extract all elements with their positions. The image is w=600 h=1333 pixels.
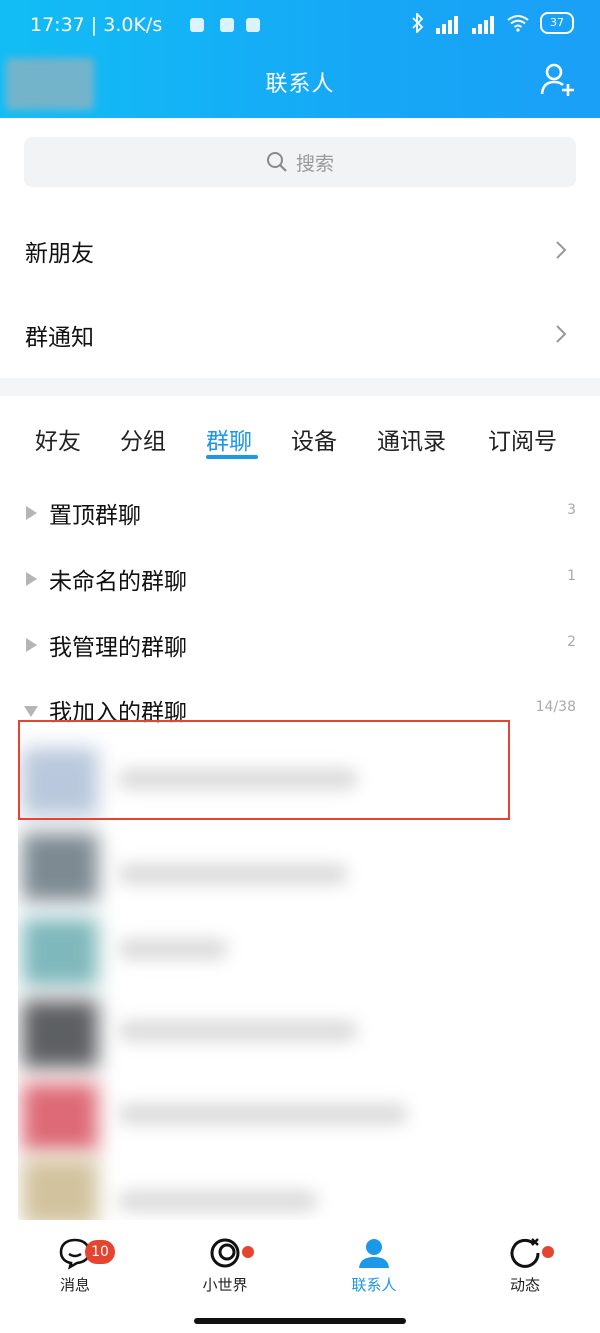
contact-tabs: 好友 分组 群聊 设备 通讯录 订阅号 <box>0 412 600 472</box>
status-time: 17:37 | 3.0K/s <box>30 14 163 36</box>
world-ring-icon <box>210 1238 240 1268</box>
active-tab-indicator <box>206 455 258 459</box>
tab-friends[interactable]: 好友 <box>35 422 81 456</box>
app-header: 17:37 | 3.0K/s 37 联系人 <box>0 0 600 118</box>
home-indicator[interactable] <box>194 1318 406 1324</box>
group-avatar <box>22 833 98 901</box>
group-category-pinned[interactable]: 置顶群聊 3 <box>0 484 600 544</box>
list-item[interactable] <box>18 910 428 990</box>
highlight-box <box>18 720 510 820</box>
signal-icon <box>470 12 496 34</box>
group-category-count: 2 <box>567 634 576 650</box>
section-divider <box>0 378 600 396</box>
tabbar-small-world[interactable]: 小世界 <box>175 1236 275 1295</box>
list-item[interactable] <box>18 992 428 1072</box>
group-avatar <box>22 1158 98 1220</box>
bottom-tab-bar: 消息 10 小世界 联系人 动态 <box>0 1222 600 1333</box>
list-item-title <box>118 1020 358 1042</box>
notification-icon <box>246 18 260 32</box>
tabbar-label: 消息 <box>59 1276 90 1294</box>
unread-badge: 10 <box>85 1240 115 1264</box>
bluetooth-icon <box>412 13 424 33</box>
row-label: 新朋友 <box>25 241 94 267</box>
tab-group-chats[interactable]: 群聊 <box>206 422 252 456</box>
group-category-label: 未命名的群聊 <box>49 569 187 595</box>
list-item-title <box>118 1190 318 1212</box>
search-input[interactable]: 搜索 <box>24 137 576 187</box>
new-dot <box>542 1246 554 1258</box>
group-category-count: 14/38 <box>535 699 576 715</box>
list-item[interactable] <box>18 1150 428 1220</box>
group-category-label: 置顶群聊 <box>49 503 141 529</box>
tabbar-moments[interactable]: 动态 <box>475 1236 575 1295</box>
signal-icon <box>434 12 460 34</box>
chevron-right-icon <box>556 325 567 343</box>
chevron-right-icon <box>556 241 567 259</box>
battery-icon: 37 <box>540 12 574 34</box>
tab-address-book[interactable]: 通讯录 <box>377 422 446 456</box>
group-notification-row[interactable]: 群通知 <box>0 293 600 377</box>
expanded-arrow-icon <box>24 706 38 717</box>
group-avatar <box>22 918 98 986</box>
add-contact-icon[interactable] <box>540 62 576 98</box>
tab-devices[interactable]: 设备 <box>291 422 337 456</box>
group-category-count: 3 <box>567 502 576 518</box>
list-item-title <box>118 1103 408 1125</box>
status-icons: 37 <box>412 12 574 34</box>
group-category-managed[interactable]: 我管理的群聊 2 <box>0 616 600 676</box>
collapsed-arrow-icon <box>26 506 37 520</box>
group-avatar <box>22 1083 98 1151</box>
notification-icon <box>220 18 234 32</box>
wifi-icon <box>507 15 529 32</box>
row-label: 群通知 <box>25 325 94 351</box>
tabbar-label: 动态 <box>509 1276 540 1294</box>
search-icon <box>266 152 287 172</box>
collapsed-arrow-icon <box>26 572 37 586</box>
list-item-title <box>118 938 228 960</box>
list-item-title <box>118 863 348 885</box>
list-item[interactable] <box>18 825 428 905</box>
group-avatar <box>22 1000 98 1068</box>
tab-groups[interactable]: 分组 <box>120 422 166 456</box>
page-title: 联系人 <box>265 72 335 97</box>
contact-person-icon <box>359 1239 389 1268</box>
tabbar-contacts[interactable]: 联系人 <box>324 1236 424 1295</box>
list-item[interactable] <box>18 1075 428 1155</box>
tabbar-label: 小世界 <box>202 1276 248 1294</box>
tabbar-messages[interactable]: 消息 10 <box>25 1236 125 1295</box>
new-friends-row[interactable]: 新朋友 <box>0 209 600 293</box>
group-category-label: 我管理的群聊 <box>49 635 187 661</box>
notification-icon <box>190 18 204 32</box>
new-dot <box>242 1246 254 1258</box>
search-placeholder: 搜索 <box>295 152 334 175</box>
tab-subscriptions[interactable]: 订阅号 <box>488 422 557 456</box>
tabbar-label: 联系人 <box>351 1276 397 1294</box>
collapsed-arrow-icon <box>26 638 37 652</box>
group-category-unnamed[interactable]: 未命名的群聊 1 <box>0 550 600 610</box>
status-bar: 17:37 | 3.0K/s 37 <box>0 0 600 56</box>
refresh-star-icon <box>510 1238 540 1268</box>
group-category-count: 1 <box>567 568 576 584</box>
